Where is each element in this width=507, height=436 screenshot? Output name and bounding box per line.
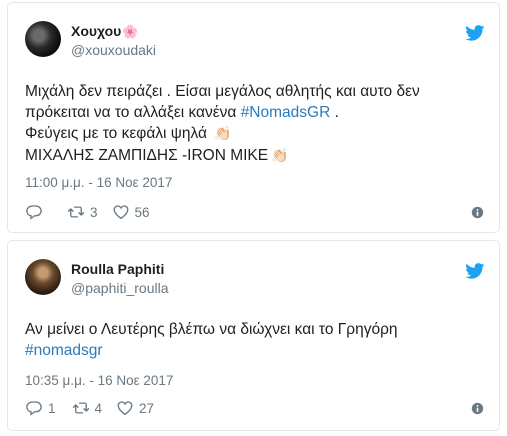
reply-button[interactable]: 1 [25, 399, 56, 417]
retweet-count: 3 [90, 204, 98, 220]
retweet-button[interactable]: 3 [67, 203, 98, 221]
avatar[interactable] [25, 21, 61, 57]
reply-icon [26, 401, 42, 416]
clapping-hands-emoji: 👏🏻 [214, 125, 232, 141]
info-icon[interactable] [471, 206, 484, 219]
avatar[interactable] [25, 259, 61, 295]
heart-icon [113, 205, 128, 220]
hashtag-link[interactable]: #NomadsGR [241, 104, 331, 121]
action-bar: 3 56 [25, 202, 160, 222]
tweet-card[interactable]: Χουχου🌸 @xouxoudaki Μιχάλη δεν πειράζει … [7, 2, 500, 233]
timestamp[interactable]: 10:35 μ.μ. - 16 Νοε 2017 [25, 373, 173, 388]
text-line: Μιχάλη δεν πειράζει . Είσαι μεγάλος αθλη… [25, 83, 420, 100]
text-line: ΜΙΧΑΛΗΣ ΖΑΜΠΙΔΗΣ -IRON MIKE 👏🏻 [25, 146, 289, 164]
retweet-count: 4 [94, 400, 103, 416]
like-count: 27 [139, 400, 155, 416]
twitter-bird-icon[interactable] [465, 263, 485, 279]
like-button[interactable]: 27 [116, 399, 154, 417]
reply-icon [26, 205, 42, 220]
retweet-icon [67, 206, 85, 218]
info-icon[interactable] [471, 402, 484, 415]
reply-count: 1 [48, 400, 56, 416]
tweet-text: Μιχάλη δεν πειράζει . Είσαι μεγάλος αθλη… [25, 82, 420, 166]
reply-button[interactable] [25, 203, 43, 221]
like-button[interactable]: 56 [112, 203, 150, 221]
text-line: πρόκειται να το αλλάξει κανένα #NomadsGR… [25, 103, 339, 121]
like-count: 56 [134, 204, 150, 220]
action-bar: 1 4 27 [25, 398, 164, 418]
hashtag-link[interactable]: #nomadsgr [25, 341, 398, 362]
tweet-card[interactable]: Roulla Paphiti @paphiti_roulla Αν μείνει… [7, 240, 500, 431]
author-name[interactable]: Roulla Paphiti [71, 261, 164, 277]
author-name[interactable]: Χουχου🌸 [71, 23, 138, 40]
text-line: Αν μείνει ο Λευτέρης βλέπω να διώχνει κα… [25, 321, 398, 338]
retweet-icon [72, 402, 89, 414]
clapping-hands-emoji: 👏🏻 [271, 146, 289, 163]
retweet-button[interactable]: 4 [72, 399, 103, 417]
author-handle[interactable]: @paphiti_roulla [71, 280, 169, 296]
text-line: Φεύγεις με το κεφάλι ψηλά 👏🏻 [25, 125, 232, 142]
heart-icon [117, 401, 133, 416]
author-handle[interactable]: @xouxoudaki [71, 42, 156, 58]
tweet-text: Αν μείνει ο Λευτέρης βλέπω να διώχνει κα… [25, 320, 398, 361]
timestamp[interactable]: 11:00 μ.μ. - 16 Νοε 2017 [25, 175, 172, 190]
twitter-bird-icon[interactable] [465, 25, 485, 41]
flower-emoji: 🌸 [122, 24, 139, 39]
